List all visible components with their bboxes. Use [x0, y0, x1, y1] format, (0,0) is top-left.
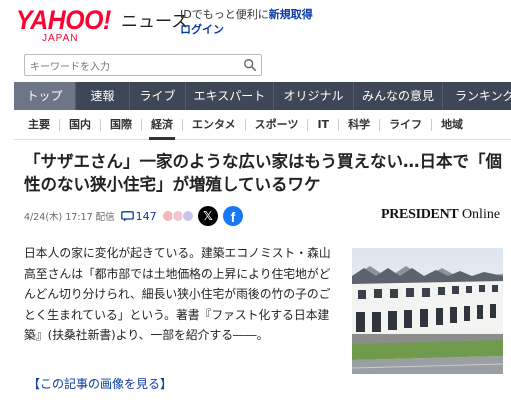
category-domestic[interactable]: 国内: [60, 118, 101, 131]
search-box: [24, 54, 262, 78]
category-it[interactable]: IT: [308, 118, 340, 131]
category-economy[interactable]: 経済: [142, 118, 183, 140]
source-sub: Online: [461, 207, 501, 222]
share-facebook-button[interactable]: f: [223, 206, 243, 226]
terraced-houses-photo: [352, 248, 503, 374]
category-world[interactable]: 国際: [101, 118, 142, 131]
category-science[interactable]: 科学: [339, 118, 381, 131]
yahoo-japan-logo[interactable]: YAHOO! JAPAN: [16, 5, 119, 45]
logo-text: YAHOO!: [16, 5, 111, 35]
article-lead: 日本人の家に変化が起きている。建築エコノミスト・森山高至さんは「都市部では土地価…: [24, 246, 331, 342]
service-name[interactable]: ニュース: [121, 7, 188, 32]
id-promo-text: IDでもっと便利に: [180, 8, 269, 21]
tab-ranking[interactable]: ランキング: [443, 82, 511, 110]
reaction-icons[interactable]: [160, 210, 194, 222]
tab-live[interactable]: ライブ: [130, 82, 186, 110]
category-life[interactable]: ライフ: [380, 118, 433, 131]
publish-date: 4/24(木) 17:17 配信: [24, 212, 115, 223]
article-photo[interactable]: [352, 248, 503, 374]
comment-icon[interactable]: [120, 210, 134, 222]
main-nav: トップ 速報 ライブ エキスパート オリジナル みんなの意見 ランキング: [14, 82, 511, 110]
category-sports[interactable]: スポーツ: [246, 118, 309, 131]
article-title: 「サザエさん」一家のような広い家はもう買えない…日本で「個性のない狭小住宅」が増…: [24, 152, 503, 194]
search-icon[interactable]: [243, 58, 257, 72]
site-header: YAHOO! JAPAN ニュース IDでもっと便利に新規取得 ログイン: [0, 0, 511, 48]
id-area: IDでもっと便利に新規取得 ログイン: [180, 7, 313, 37]
source-brand: PRESIDENT: [381, 207, 459, 222]
share-x-button[interactable]: 𝕏: [198, 206, 218, 226]
view-images-link[interactable]: 【この記事の画像を見る】: [28, 375, 172, 392]
article-meta: 4/24(木) 17:17 配信 147: [24, 206, 194, 226]
login-link[interactable]: ログイン: [180, 23, 224, 36]
tab-opinions[interactable]: みんなの意見: [354, 82, 443, 110]
category-main[interactable]: 主要: [14, 118, 60, 131]
tab-top[interactable]: トップ: [14, 82, 76, 110]
category-nav: 主要 国内 国際 経済 エンタメ スポーツ IT 科学 ライフ 地域: [14, 110, 511, 140]
comment-count[interactable]: 147: [136, 210, 157, 223]
tab-breaking[interactable]: 速報: [76, 82, 130, 110]
category-local[interactable]: 地域: [432, 118, 472, 131]
tab-expert[interactable]: エキスパート: [186, 82, 274, 110]
logo-sub-text: JAPAN: [42, 33, 79, 44]
signup-link[interactable]: 新規取得: [269, 8, 313, 21]
category-entertainment[interactable]: エンタメ: [183, 118, 246, 131]
source-logo[interactable]: PRESIDENT Online: [381, 207, 500, 223]
reaction-think-icon: [181, 210, 194, 222]
tab-original[interactable]: オリジナル: [274, 82, 354, 110]
search-input[interactable]: [25, 57, 235, 78]
